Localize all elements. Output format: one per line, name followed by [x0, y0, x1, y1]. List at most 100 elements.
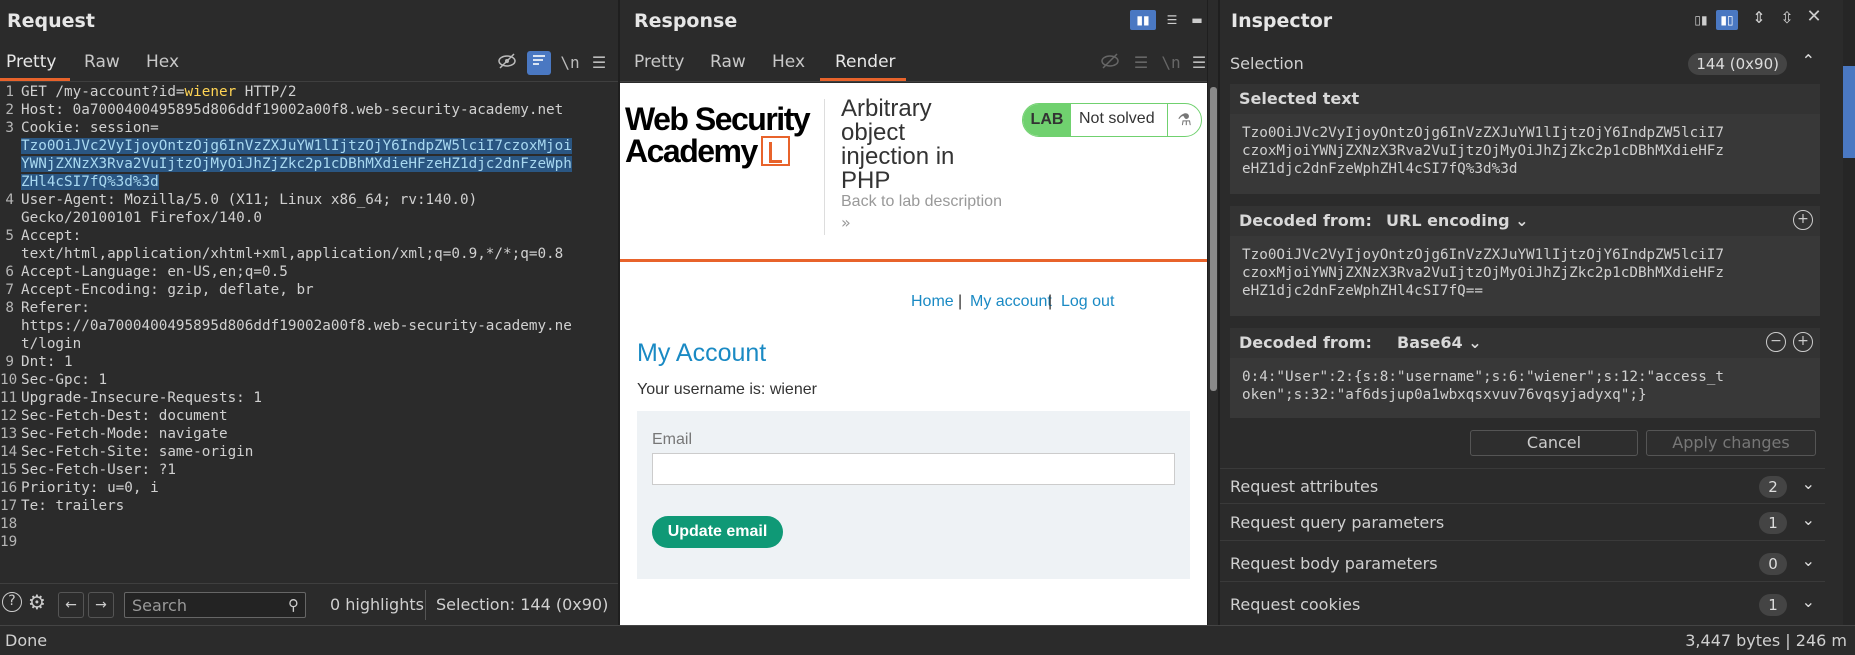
scrollbar-thumb[interactable] [1210, 87, 1217, 391]
code-line[interactable]: Accept-Encoding: gzip, deflate, br [21, 281, 314, 299]
code-line[interactable]: Tzo0OiJVc2VyIjoyOntzOjg6InVzZXJuYW1lIjtz… [21, 137, 572, 155]
code-line[interactable]: Sec-Fetch-Dest: document [21, 407, 228, 425]
code-token: Referer: [21, 300, 90, 316]
cancel-button[interactable]: Cancel [1470, 430, 1638, 456]
add-icon[interactable]: + [1793, 210, 1813, 230]
code-line[interactable]: Accept-Language: en-US,en;q=0.5 [21, 263, 288, 281]
gear-icon[interactable]: ⚙ [28, 590, 46, 614]
code-token: Dnt: 1 [21, 354, 73, 370]
code-line[interactable]: Sec-Gpc: 1 [21, 371, 107, 389]
layout-left-icon[interactable]: ▯▮ [1690, 10, 1712, 30]
email-field[interactable] [652, 453, 1175, 485]
close-icon[interactable]: ✕ [1803, 6, 1825, 27]
code-line[interactable]: Cookie: session= [21, 119, 159, 137]
tab-pretty[interactable]: Pretty [634, 52, 684, 72]
remove-icon[interactable]: − [1766, 332, 1786, 352]
tab-hex[interactable]: Hex [772, 52, 805, 72]
search-input[interactable]: Search ⚲ [124, 592, 306, 618]
value-line: oken";s:32:"af6dsjup0a1wbxqsxvuv76vqsyja… [1242, 387, 1647, 403]
value-line: 0:4:"User":2:{s:8:"username";s:6:"wiener… [1242, 369, 1725, 385]
code-line[interactable]: t/login [21, 335, 81, 353]
code-line[interactable]: GET /my-account?id=wiener HTTP/2 [21, 83, 296, 101]
request-body-parameters-row[interactable]: Request body parameters 0 ⌄ [1220, 546, 1825, 582]
code-line[interactable]: Sec-Fetch-Mode: navigate [21, 425, 228, 443]
rendered-page: Web Security Academy Arbitrary object in… [620, 83, 1207, 625]
update-email-button[interactable]: Update email [652, 516, 783, 548]
code-line[interactable]: YWNjZXNzX3Rva2VuIjtzOjMyOiJhZjZkc2p1cDBh… [21, 155, 572, 173]
tab-hex[interactable]: Hex [146, 52, 179, 72]
chevron-down-icon[interactable]: ⌄ [1802, 592, 1815, 611]
chevron-down-icon[interactable]: ⌄ [1802, 551, 1815, 570]
code-line[interactable]: Priority: u=0, i [21, 479, 159, 497]
code-token: User-Agent: Mozilla/5.0 (X11; Linux x86_… [21, 192, 478, 208]
code-line[interactable]: Referer: [21, 299, 90, 317]
selected-text-value[interactable]: Tzo0OiJVc2VyIjoyOntzOjg6InVzZXJuYW1lIjtz… [1242, 124, 1812, 178]
tab-pretty[interactable]: Pretty [6, 52, 56, 72]
line-number: 4 [5, 192, 14, 208]
code-token: Te: trailers [21, 498, 125, 514]
code-line[interactable]: Accept: [21, 227, 81, 245]
expand-all-icon[interactable]: ⇕ [1748, 8, 1770, 27]
request-cookies-row[interactable]: Request cookies 1 ⌄ [1220, 587, 1825, 623]
code-line[interactable]: Dnt: 1 [21, 353, 73, 371]
apply-changes-button[interactable]: Apply changes [1646, 430, 1816, 456]
code-line[interactable]: ZHl4cSI7fQ%3d%3d [21, 173, 159, 191]
back-to-lab-link[interactable]: Back to lab description [841, 193, 1002, 211]
request-attributes-row[interactable]: Request attributes 2 ⌄ [1220, 468, 1825, 504]
nav-my-account[interactable]: My account [970, 293, 1052, 311]
footer-divider [425, 590, 426, 620]
code-line[interactable]: Sec-Fetch-User: ?1 [21, 461, 176, 479]
row-count: 1 [1759, 512, 1787, 534]
search-icon[interactable]: ⚲ [288, 596, 299, 614]
request-editor[interactable]: 1 GET /my-account?id=wiener HTTP/2 2 Host: … [0, 83, 618, 583]
menu-icon[interactable]: ☰ [1187, 51, 1207, 75]
row-label: Request query parameters [1230, 513, 1445, 532]
nav-log-out[interactable]: Log out [1061, 293, 1114, 311]
arrow-right-icon[interactable]: → [88, 592, 114, 618]
code-token: Sec-Fetch-Dest: document [21, 408, 228, 424]
selection-row[interactable]: Selection 144 (0x90) ⌃ [1220, 46, 1825, 82]
code-line[interactable]: Upgrade-Insecure-Requests: 1 [21, 389, 262, 407]
response-tabs: Pretty Raw Hex Render ☰ \n ☰ [620, 44, 1207, 82]
decoded-base64-value[interactable]: 0:4:"User":2:{s:8:"username";s:6:"wiener… [1242, 368, 1812, 404]
help-icon[interactable]: ? [2, 592, 22, 612]
chevron-down-icon[interactable]: ⌄ [1802, 474, 1815, 493]
panel-divider[interactable] [1218, 0, 1220, 625]
code-line[interactable]: Gecko/20100101 Firefox/140.0 [21, 209, 262, 227]
arrow-left-icon[interactable]: ← [58, 592, 84, 618]
decoding-select[interactable]: URL encoding ⌄ [1386, 211, 1529, 230]
layout-horizontal-icon[interactable]: ☰ [1161, 10, 1183, 30]
code-line[interactable]: text/html,application/xhtml+xml,applicat… [21, 245, 563, 263]
tab-raw[interactable]: Raw [84, 52, 120, 72]
decoding-select[interactable]: Base64 ⌄ [1397, 333, 1482, 352]
layout-right-icon[interactable]: ▮▯ [1716, 10, 1738, 30]
wrap-lines-icon[interactable] [527, 51, 551, 75]
decoded-url-value[interactable]: Tzo0OiJVc2VyIjoyOntzOjg6InVzZXJuYW1lIjtz… [1242, 246, 1812, 300]
layout-split-icon[interactable]: ▮▮ [1130, 10, 1156, 30]
tab-render[interactable]: Render [835, 52, 896, 72]
chevron-up-icon[interactable]: ⌃ [1802, 51, 1815, 70]
layout-single-icon[interactable]: ▬ [1186, 10, 1207, 30]
hide-icon[interactable] [495, 51, 519, 75]
selected-text: Tzo0OiJVc2VyIjoyOntzOjg6InVzZXJuYW1lIjtz… [21, 138, 572, 154]
newline-icon[interactable]: \n [558, 51, 582, 75]
code-line[interactable]: https://0a7000400495895d806ddf19002a00f8… [21, 317, 572, 335]
side-tab-active[interactable] [1843, 66, 1855, 158]
tab-raw[interactable]: Raw [710, 52, 746, 72]
line-number: 1 [5, 84, 14, 100]
nav-home[interactable]: Home [911, 293, 954, 311]
add-icon[interactable]: + [1793, 332, 1813, 352]
code-line[interactable]: Sec-Fetch-Site: same-origin [21, 443, 253, 461]
lab-title: Arbitrary object injection in PHP [841, 95, 955, 194]
collapse-all-icon[interactable]: ⇳ [1776, 8, 1798, 27]
value-line: Tzo0OiJVc2VyIjoyOntzOjg6InVzZXJuYW1lIjtz… [1242, 247, 1725, 263]
request-query-parameters-row[interactable]: Request query parameters 1 ⌄ [1220, 505, 1825, 541]
code-line[interactable]: Host: 0a7000400495895d806ddf19002a00f8.w… [21, 101, 563, 119]
logo-line1: Web Security [625, 101, 811, 137]
panel-divider[interactable] [1207, 0, 1208, 625]
menu-icon[interactable]: ☰ [587, 51, 611, 75]
line-number: 9 [5, 354, 14, 370]
chevron-down-icon[interactable]: ⌄ [1802, 510, 1815, 529]
code-line[interactable]: Te: trailers [21, 497, 124, 515]
code-line[interactable]: User-Agent: Mozilla/5.0 (X11; Linux x86_… [21, 191, 477, 209]
